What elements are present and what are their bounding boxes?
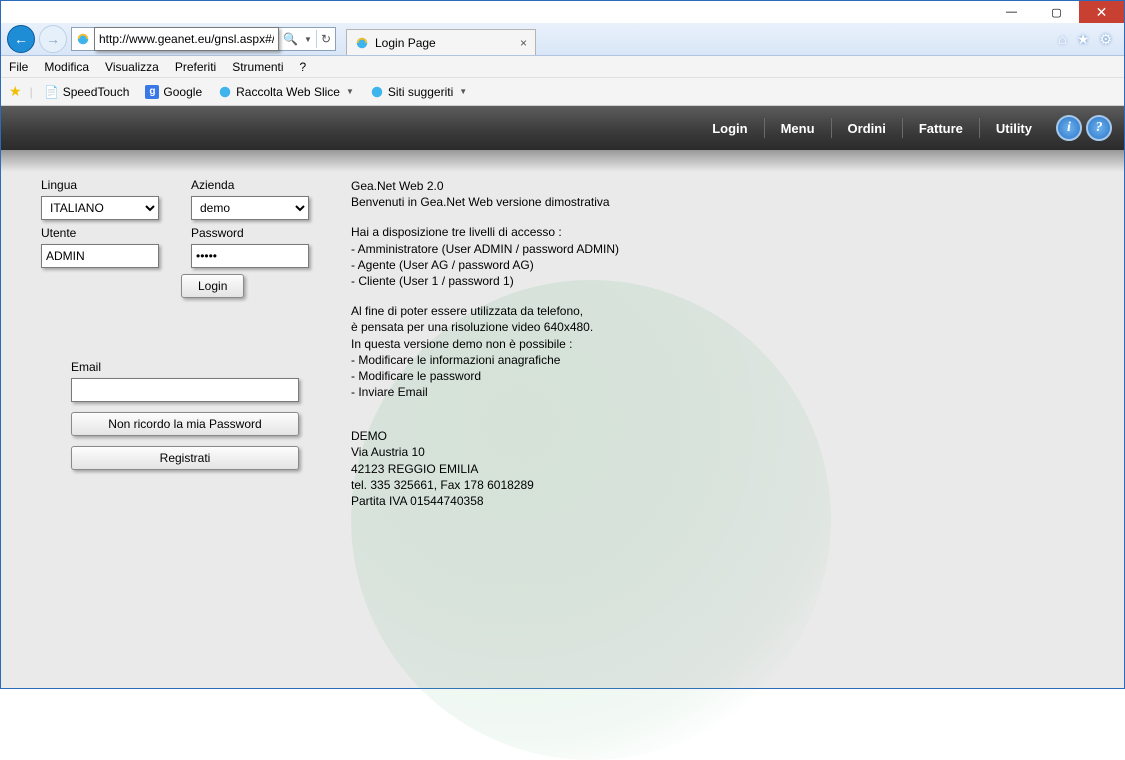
menu-preferiti[interactable]: Preferiti bbox=[175, 60, 216, 74]
ie-icon bbox=[355, 36, 369, 50]
info-text: Gea.Net Web 2.0 Benvenuti in Gea.Net Web… bbox=[351, 178, 911, 523]
info-icon[interactable]: i bbox=[1056, 115, 1082, 141]
utente-label: Utente bbox=[41, 226, 159, 240]
chevron-down-icon: ▼ bbox=[459, 87, 467, 96]
tab-title: Login Page bbox=[375, 36, 436, 50]
url-input[interactable] bbox=[94, 27, 279, 51]
help-icon[interactable]: ? bbox=[1086, 115, 1112, 141]
fav-raccolta[interactable]: Raccolta Web Slice ▼ bbox=[214, 83, 358, 101]
nav-fatture[interactable]: Fatture bbox=[902, 118, 979, 138]
url-dropdown-icon[interactable]: ▼ bbox=[304, 35, 312, 44]
login-form: Lingua ITALIANO Azienda demo Utente Pass… bbox=[41, 178, 321, 470]
fav-siti[interactable]: Siti suggeriti ▼ bbox=[366, 83, 471, 101]
google-icon: g bbox=[145, 85, 159, 99]
home-icon[interactable]: ⌂ bbox=[1058, 31, 1066, 48]
register-button[interactable]: Registrati bbox=[71, 446, 299, 470]
address-bar[interactable]: 🔍 ▼ ↻ bbox=[71, 27, 336, 51]
refresh-icon[interactable]: ↻ bbox=[321, 32, 331, 46]
email-label: Email bbox=[71, 360, 101, 374]
ie-icon bbox=[76, 32, 90, 46]
menu-file[interactable]: File bbox=[9, 60, 28, 74]
nav-login[interactable]: Login bbox=[696, 118, 763, 138]
app-topnav: Login Menu Ordini Fatture Utility i ? bbox=[1, 106, 1124, 150]
back-button[interactable]: ← bbox=[7, 25, 35, 53]
browser-tab[interactable]: Login Page × bbox=[346, 29, 536, 55]
window-maximize[interactable]: ▢ bbox=[1034, 1, 1079, 23]
nav-utility[interactable]: Utility bbox=[979, 118, 1048, 138]
forgot-password-button[interactable]: Non ricordo la mia Password bbox=[71, 412, 299, 436]
add-favorite-icon[interactable]: ★ bbox=[9, 83, 22, 100]
nav-menu[interactable]: Menu bbox=[764, 118, 831, 138]
tab-close-icon[interactable]: × bbox=[520, 36, 527, 50]
login-button[interactable]: Login bbox=[181, 274, 244, 298]
window-titlebar: — ▢ ✕ bbox=[1, 1, 1124, 23]
page-icon: 📄 bbox=[45, 85, 59, 99]
password-label: Password bbox=[191, 226, 309, 240]
lingua-label: Lingua bbox=[41, 178, 159, 192]
browser-nav-bar: ← → 🔍 ▼ ↻ Login Page × ⌂ ★ ⚙ bbox=[1, 23, 1124, 56]
password-input[interactable] bbox=[191, 244, 309, 268]
fav-google[interactable]: g Google bbox=[141, 83, 206, 101]
fav-speedtouch[interactable]: 📄 SpeedTouch bbox=[41, 83, 134, 101]
email-input[interactable] bbox=[71, 378, 299, 402]
nav-ordini[interactable]: Ordini bbox=[831, 118, 902, 138]
menu-help[interactable]: ? bbox=[300, 60, 307, 74]
page-content: Lingua ITALIANO Azienda demo Utente Pass… bbox=[1, 150, 1124, 688]
lingua-select[interactable]: ITALIANO bbox=[41, 196, 159, 220]
gear-icon[interactable]: ⚙ bbox=[1099, 31, 1112, 48]
window-minimize[interactable]: — bbox=[989, 1, 1034, 23]
azienda-select[interactable]: demo bbox=[191, 196, 309, 220]
favorites-icon[interactable]: ★ bbox=[1077, 31, 1090, 48]
search-icon[interactable]: 🔍 bbox=[283, 32, 298, 46]
menu-strumenti[interactable]: Strumenti bbox=[232, 60, 283, 74]
ie-icon bbox=[370, 85, 384, 99]
browser-menubar: File Modifica Visualizza Preferiti Strum… bbox=[1, 56, 1124, 78]
window-close[interactable]: ✕ bbox=[1079, 1, 1124, 23]
menu-visualizza[interactable]: Visualizza bbox=[105, 60, 159, 74]
forward-button[interactable]: → bbox=[39, 25, 67, 53]
utente-input[interactable] bbox=[41, 244, 159, 268]
azienda-label: Azienda bbox=[191, 178, 309, 192]
menu-modifica[interactable]: Modifica bbox=[44, 60, 89, 74]
chevron-down-icon: ▼ bbox=[346, 87, 354, 96]
ie-icon bbox=[218, 85, 232, 99]
favorites-bar: ★ | 📄 SpeedTouch g Google Raccolta Web S… bbox=[1, 78, 1124, 106]
